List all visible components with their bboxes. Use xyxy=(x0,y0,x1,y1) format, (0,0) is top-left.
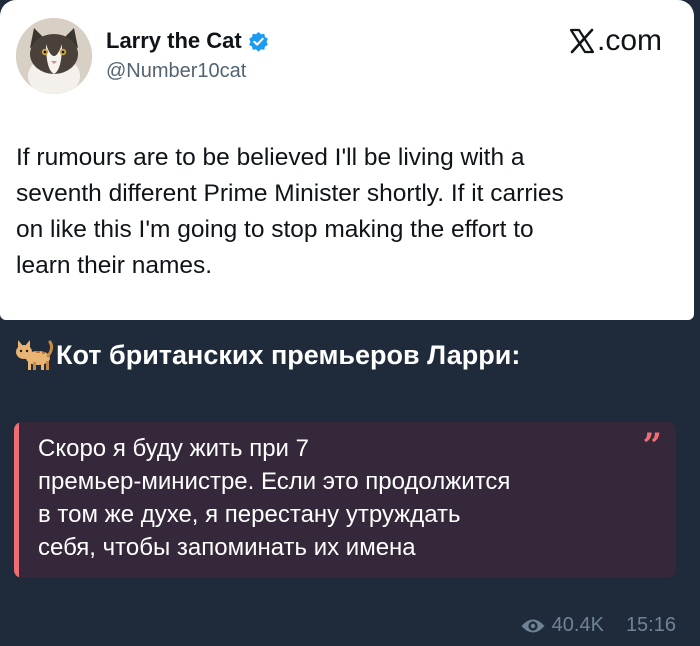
x-logo-icon xyxy=(568,27,596,55)
author-name-text: Larry the Cat xyxy=(106,28,242,53)
blockquote: Скоро я буду жить при 7 премьер-министре… xyxy=(14,422,676,578)
source-label: .com xyxy=(568,24,662,58)
author-name[interactable]: Larry the Cat xyxy=(106,28,269,54)
eye-icon xyxy=(520,617,546,635)
source-text: .com xyxy=(596,24,662,57)
quote-accent-bar xyxy=(14,422,19,578)
cat-emoji-icon xyxy=(14,338,54,372)
message-meta: 40.4K 15:16 xyxy=(520,614,676,637)
message-caption: Кот британских премьеров Ларри: xyxy=(14,338,520,372)
message-time: 15:16 xyxy=(625,614,676,636)
verified-badge-icon xyxy=(248,31,269,52)
telegram-message: Larry the Cat @Number10cat .com If rumou… xyxy=(0,0,700,646)
view-count: 40.4K xyxy=(551,614,604,636)
quote-mark-icon: ” xyxy=(642,426,662,466)
caption-text: Кот британских премьеров Ларри: xyxy=(56,339,521,370)
tweet-screenshot[interactable]: Larry the Cat @Number10cat .com If rumou… xyxy=(0,0,694,320)
tweet-text: If rumours are to be believed I'll be li… xyxy=(16,144,564,279)
avatar xyxy=(16,18,92,94)
quote-text: Скоро я буду жить при 7 премьер-министре… xyxy=(38,435,511,561)
author-handle[interactable]: @Number10cat xyxy=(106,60,246,83)
